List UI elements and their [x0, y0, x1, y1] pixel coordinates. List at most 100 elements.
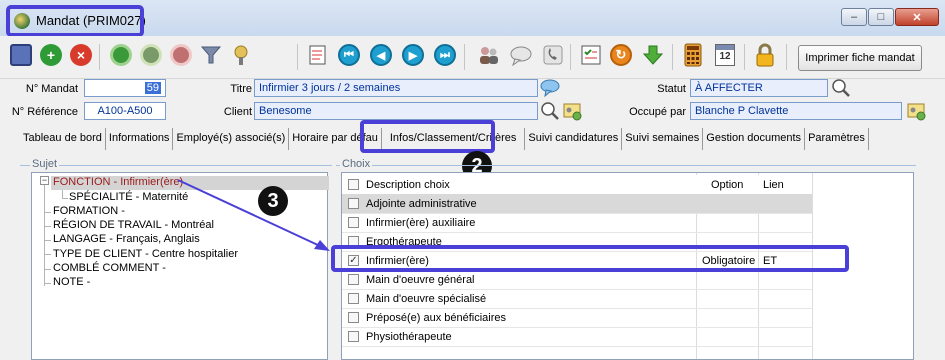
- tree-item-specialite[interactable]: SPÉCIALITÉ - Maternité: [69, 191, 188, 205]
- previous-icon: ◀: [370, 44, 392, 66]
- titre-field[interactable]: Infirmier 3 jours / 2 semaines: [254, 79, 538, 97]
- occupe-field[interactable]: Blanche P Clavette: [690, 102, 902, 120]
- search-tools-button[interactable]: [138, 42, 164, 68]
- grid-row[interactable]: Physiothérapeute: [342, 327, 812, 347]
- message-button[interactable]: [508, 42, 534, 68]
- client-field[interactable]: Benesome: [254, 102, 538, 120]
- key-pin-icon: [234, 45, 248, 65]
- close-button[interactable]: ✕: [895, 8, 939, 26]
- tree-connector: [44, 212, 51, 213]
- row-checkbox[interactable]: [348, 198, 359, 209]
- add-button[interactable]: +: [38, 42, 64, 68]
- no-mandat-label: N° Mandat: [25, 83, 78, 95]
- maximize-button[interactable]: □: [868, 8, 894, 26]
- choix-group-label: Choix: [340, 158, 373, 170]
- row-description: Main d'oeuvre spécialisé: [366, 293, 487, 305]
- statut-search-button[interactable]: [831, 78, 851, 98]
- no-mandat-value: 59: [144, 82, 161, 94]
- last-button[interactable]: ⏭: [432, 42, 458, 68]
- tree-item-region[interactable]: RÉGION DE TRAVAIL - Montréal: [53, 219, 214, 233]
- calculator-icon: [684, 43, 702, 67]
- toolbar-separator: [744, 44, 745, 70]
- checklist-icon: [581, 45, 601, 65]
- tab-informations[interactable]: Informations: [106, 128, 174, 150]
- choix-group-line: [336, 165, 916, 166]
- select-all-checkbox[interactable]: [348, 179, 359, 190]
- grid-row[interactable]: Infirmier(ère) auxiliaire: [342, 213, 812, 233]
- first-button[interactable]: ⏮: [336, 42, 362, 68]
- titre-label: Titre: [230, 83, 252, 95]
- tab-employes-associes[interactable]: Employé(s) associé(s): [173, 128, 290, 150]
- delete-button[interactable]: ×: [68, 42, 94, 68]
- print-mandat-button[interactable]: Imprimer fiche mandat: [798, 45, 922, 71]
- delete-icon: ×: [70, 44, 92, 66]
- no-mandat-field[interactable]: 59: [84, 79, 166, 97]
- users-button[interactable]: [476, 42, 502, 68]
- phone-icon: [543, 45, 563, 65]
- calendar-button[interactable]: 12: [712, 42, 738, 68]
- tree-connector: [44, 240, 51, 241]
- tree-item-note[interactable]: NOTE -: [53, 276, 90, 290]
- checklist-button[interactable]: [578, 42, 604, 68]
- tree-item-fonction[interactable]: FONCTION - Infirmier(ère): [51, 176, 329, 190]
- occupe-card-button[interactable]: [906, 101, 926, 121]
- client-card-button[interactable]: [562, 101, 582, 121]
- tab-suivi-candidatures[interactable]: Suivi candidatures: [525, 128, 623, 150]
- statut-field[interactable]: À AFFECTER: [690, 79, 828, 97]
- row-checkbox[interactable]: [348, 274, 359, 285]
- no-reference-label: N° Référence: [11, 106, 78, 118]
- tab-gestion-documents[interactable]: Gestion documents: [703, 128, 806, 150]
- refresh-icon: ↻: [610, 44, 632, 66]
- header-lien[interactable]: Lien: [763, 179, 784, 191]
- calculator-button[interactable]: [680, 42, 706, 68]
- search-remove-button[interactable]: [168, 42, 194, 68]
- tree-connector: [44, 226, 51, 227]
- tab-tableau-de-bord[interactable]: Tableau de bord: [20, 128, 106, 150]
- client-search-button[interactable]: [540, 101, 560, 121]
- tree-item-formation[interactable]: FORMATION -: [53, 205, 125, 219]
- tab-parametres[interactable]: Paramètres: [805, 128, 869, 150]
- add-icon: +: [40, 44, 62, 66]
- row-checkbox[interactable]: [348, 217, 359, 228]
- phone-button[interactable]: [540, 42, 566, 68]
- save-icon: [10, 44, 32, 66]
- next-button[interactable]: ▶: [400, 42, 426, 68]
- next-icon: ▶: [402, 44, 424, 66]
- previous-button[interactable]: ◀: [368, 42, 394, 68]
- tree-item-type-client[interactable]: TYPE DE CLIENT - Centre hospitalier: [53, 248, 238, 262]
- magnifier-icon: [541, 102, 559, 120]
- refresh-button[interactable]: ↻: [608, 42, 634, 68]
- save-button[interactable]: [8, 42, 34, 68]
- minimize-button[interactable]: –: [841, 8, 867, 26]
- last-icon: ⏭: [434, 44, 456, 66]
- titre-bubble-button[interactable]: [540, 78, 560, 98]
- sujet-group-label: Sujet: [30, 158, 60, 170]
- step-badge-3: 3: [258, 186, 288, 216]
- search-add-button[interactable]: [108, 42, 134, 68]
- download-button[interactable]: [640, 42, 666, 68]
- grid-row[interactable]: Adjointe administrative: [342, 194, 812, 214]
- row-description: Main d'oeuvre général: [366, 274, 475, 286]
- tree-expander-icon[interactable]: −: [40, 176, 49, 185]
- grid-row[interactable]: Préposé(e) aux bénéficiaires: [342, 308, 812, 328]
- header-description[interactable]: Description choix: [366, 179, 450, 191]
- magnifier-icon: [832, 79, 850, 97]
- key-pin-button[interactable]: [228, 42, 254, 68]
- tab-suivi-semaines[interactable]: Suivi semaines: [622, 128, 704, 150]
- filter-button[interactable]: [198, 42, 224, 68]
- toolbar-separator: [99, 44, 100, 70]
- grid-row[interactable]: Main d'oeuvre général: [342, 270, 812, 290]
- row-checkbox[interactable]: [348, 312, 359, 323]
- tree-item-langage[interactable]: LANGAGE - Français, Anglais: [53, 233, 200, 247]
- row-checkbox[interactable]: [348, 331, 359, 342]
- row-checkbox[interactable]: [348, 293, 359, 304]
- notepad-button[interactable]: [305, 42, 331, 68]
- header-option[interactable]: Option: [711, 179, 743, 191]
- no-reference-field[interactable]: A100-A500: [84, 102, 166, 120]
- lock-button[interactable]: [752, 42, 778, 68]
- tree-item-comble[interactable]: COMBLÉ COMMENT -: [53, 262, 166, 276]
- grid-row[interactable]: Main d'oeuvre spécialisé: [342, 289, 812, 309]
- first-icon: ⏮: [338, 44, 360, 66]
- calendar-icon-text: 12: [719, 51, 731, 62]
- toolbar: + × ⏮ ◀ ▶ ⏭ ↻ 12 Imprimer fiche mandat: [0, 36, 945, 79]
